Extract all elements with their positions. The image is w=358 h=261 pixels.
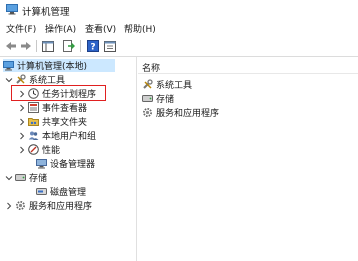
tree-item-label: 共享文件夹 (42, 118, 88, 128)
tree-item-root[interactable]: 计算机管理(本地) (3, 59, 115, 72)
header-divider (138, 73, 358, 74)
list-item[interactable]: 系统工具 (142, 78, 192, 91)
computer-management-icon (3, 60, 14, 71)
tree-item-label: 存储 (29, 174, 48, 184)
list-item-label: 系统工具 (156, 81, 193, 91)
tree-item-label: 磁盘管理 (50, 188, 87, 198)
show-hide-tree-icon[interactable] (41, 39, 55, 53)
tree-item-performance[interactable]: 性能 (18, 143, 60, 156)
chevron-down-icon[interactable] (5, 174, 13, 182)
list-item-label: 服务和应用程序 (156, 109, 220, 119)
export-list-icon[interactable] (62, 39, 76, 53)
tools-icon (15, 74, 26, 85)
tree-item-device-manager[interactable]: 设备管理器 (36, 157, 95, 170)
event-viewer-icon (28, 102, 39, 113)
tree-item-storage[interactable]: 存储 (5, 171, 47, 184)
menu-bar: 文件(F) 操作(A) 查看(V) 帮助(H) (0, 20, 358, 36)
navigation-tree: 计算机管理(本地) 系统工具 任务计划程序 事件查看器 共享文件夹 本地用户和组… (0, 57, 137, 261)
chevron-right-icon[interactable] (18, 118, 26, 126)
properties-icon[interactable] (103, 39, 117, 53)
toolbar-separator (80, 40, 81, 52)
shared-folder-icon (28, 116, 39, 127)
tree-item-label: 本地用户和组 (42, 132, 97, 142)
menu-help[interactable]: 帮助(H) (124, 22, 156, 35)
chevron-down-icon[interactable] (5, 76, 13, 84)
tree-item-services-apps[interactable]: 服务和应用程序 (5, 199, 92, 212)
tree-item-label: 计算机管理(本地) (17, 62, 88, 72)
toolbar-separator (36, 40, 37, 52)
tree-item-shared-folders[interactable]: 共享文件夹 (18, 115, 87, 128)
title-bar: 计算机管理 (0, 0, 358, 20)
tree-item-disk-management[interactable]: 磁盘管理 (36, 185, 86, 198)
chevron-right-icon[interactable] (18, 104, 26, 112)
tree-item-local-users-groups[interactable]: 本地用户和组 (18, 129, 96, 142)
list-item-label: 存储 (156, 95, 175, 105)
tree-item-label: 设备管理器 (50, 160, 96, 170)
chevron-right-icon[interactable] (18, 146, 26, 154)
tree-item-event-viewer[interactable]: 事件查看器 (18, 101, 87, 114)
help-icon[interactable]: ? (86, 39, 100, 53)
window-title: 计算机管理 (22, 7, 70, 18)
menu-view[interactable]: 查看(V) (85, 22, 116, 35)
disk-management-icon (36, 186, 47, 197)
menu-action[interactable]: 操作(A) (45, 22, 76, 35)
menu-file[interactable]: 文件(F) (6, 22, 36, 35)
back-arrow-icon[interactable] (4, 39, 18, 53)
chevron-right-icon[interactable] (5, 202, 13, 210)
content-list-pane: 名称 系统工具 存储 服务和应用程序 (138, 57, 358, 261)
device-manager-icon (36, 158, 47, 169)
users-icon (28, 130, 39, 141)
computer-management-icon (6, 4, 18, 15)
toolbar: ? (0, 36, 358, 57)
storage-icon (142, 93, 153, 104)
highlight-annotation-box (11, 85, 106, 101)
services-gear-icon (15, 200, 26, 211)
tree-item-label: 服务和应用程序 (29, 202, 93, 212)
storage-icon (15, 172, 26, 183)
forward-arrow-icon[interactable] (19, 39, 33, 53)
svg-text:?: ? (90, 43, 95, 53)
list-item[interactable]: 存储 (142, 92, 174, 105)
tree-item-label: 性能 (42, 146, 61, 156)
chevron-right-icon[interactable] (18, 132, 26, 140)
performance-icon (28, 144, 39, 155)
services-gear-icon (142, 107, 153, 118)
tools-icon (142, 79, 153, 90)
list-item[interactable]: 服务和应用程序 (142, 106, 219, 119)
tree-item-label: 事件查看器 (42, 104, 88, 114)
